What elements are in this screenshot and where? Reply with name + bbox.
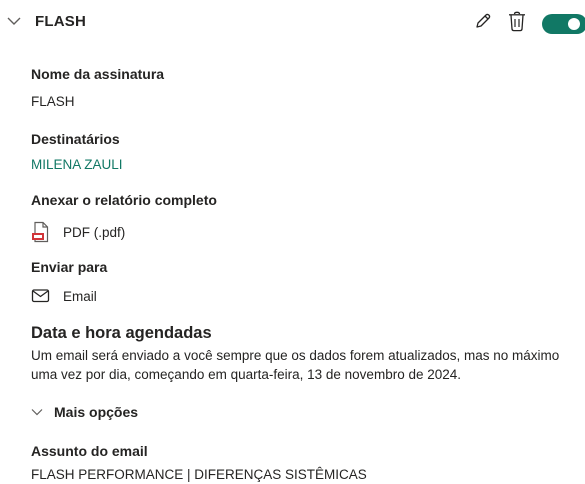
subscription-header: FLASH xyxy=(0,0,585,46)
send-to-label: Enviar para xyxy=(31,259,108,275)
envelope-icon xyxy=(31,289,50,303)
trash-icon[interactable] xyxy=(508,11,526,32)
pdf-file-icon xyxy=(32,221,49,243)
attach-report-row: PDF (.pdf) xyxy=(31,221,125,243)
send-to-row: Email xyxy=(31,288,97,304)
recipients-label: Destinatários xyxy=(31,131,120,147)
recipients-value: MILENA ZAULI xyxy=(31,157,123,172)
more-options-label: Mais opções xyxy=(54,404,139,420)
edit-pencil-icon[interactable] xyxy=(473,11,493,31)
send-to-value: Email xyxy=(63,288,97,304)
email-subject-label: Assunto do email xyxy=(31,443,148,459)
subscription-toggle[interactable] xyxy=(542,14,585,34)
attach-report-label: Anexar o relatório completo xyxy=(31,192,217,208)
subscription-title: FLASH xyxy=(35,13,86,30)
more-options-button[interactable]: Mais opções xyxy=(31,404,138,420)
schedule-description: Um email será enviado a você sempre que … xyxy=(31,348,560,382)
chevron-down-icon xyxy=(31,409,43,416)
email-subject-value: FLASH PERFORMANCE | DIFERENÇAS SISTÊMICA… xyxy=(31,467,367,482)
subscription-name-value: FLASH xyxy=(31,94,75,109)
attach-report-value: PDF (.pdf) xyxy=(63,224,126,240)
chevron-down-icon[interactable] xyxy=(7,16,21,26)
toggle-knob xyxy=(568,18,580,30)
subscription-name-label: Nome da assinatura xyxy=(31,66,165,82)
schedule-label: Data e hora agendadas xyxy=(31,324,212,342)
